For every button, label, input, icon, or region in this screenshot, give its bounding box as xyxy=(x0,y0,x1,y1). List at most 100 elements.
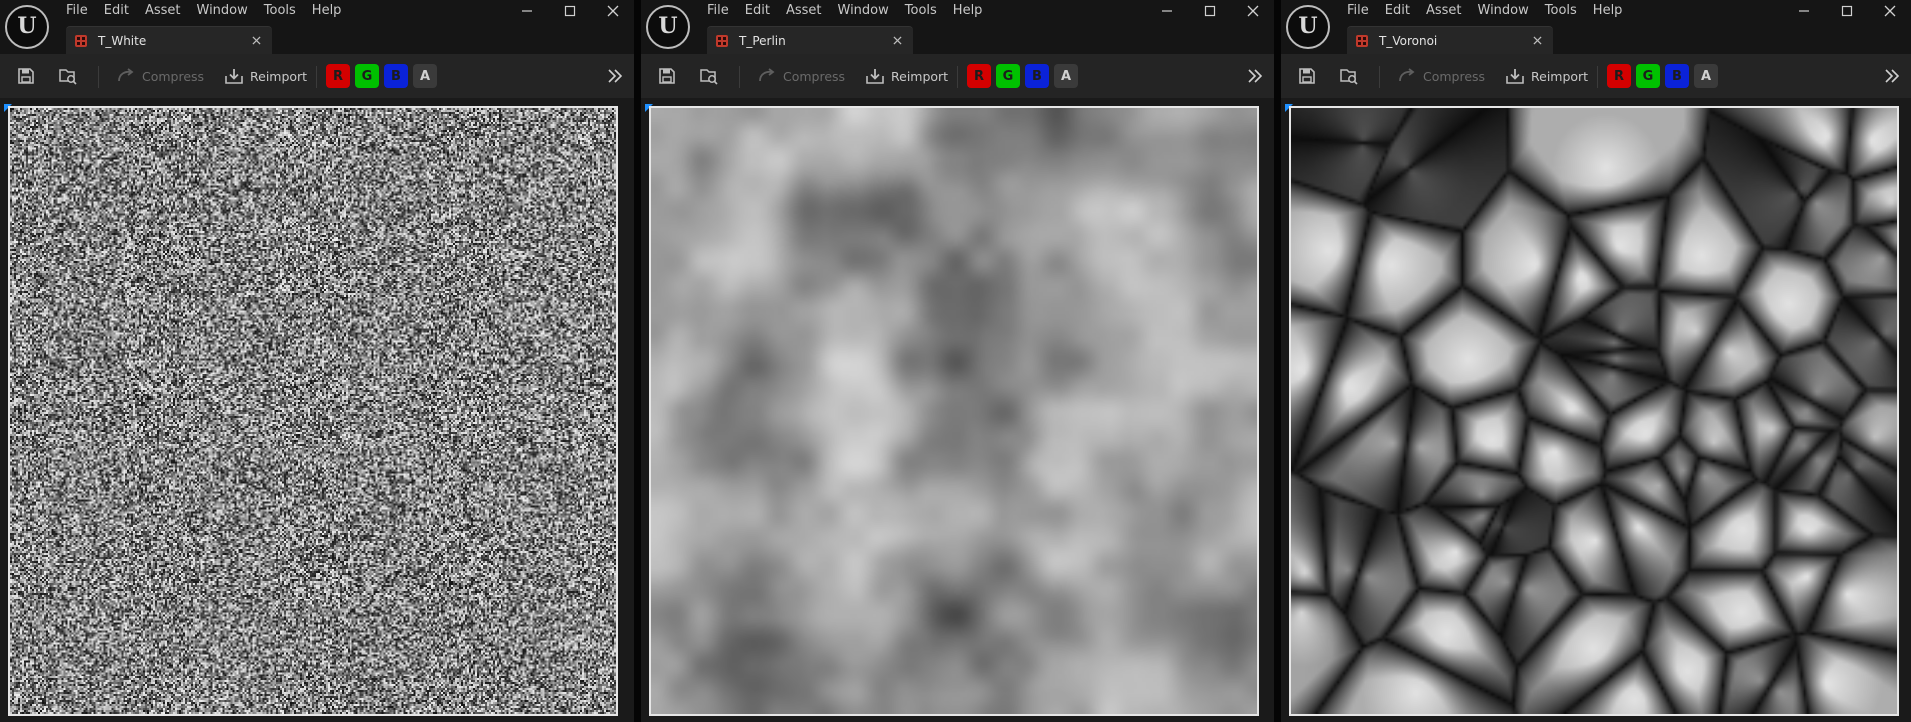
menu-asset[interactable]: Asset xyxy=(137,2,189,20)
channel-r-toggle[interactable]: R xyxy=(1607,64,1631,88)
minimize-button[interactable] xyxy=(1782,0,1825,22)
close-icon xyxy=(607,5,618,17)
unreal-logo-icon[interactable]: U xyxy=(646,5,690,49)
menu-edit[interactable]: Edit xyxy=(737,2,778,20)
compress-button[interactable]: Compress xyxy=(1391,60,1491,92)
toolbar: Compress Reimport R G B A xyxy=(0,54,634,98)
window-controls xyxy=(505,0,634,22)
menu-file[interactable]: File xyxy=(703,2,737,20)
asset-tab[interactable]: T_Perlin xyxy=(707,26,913,54)
close-icon xyxy=(1532,36,1542,45)
title-bar: U File Edit Asset Window Tools Help T_Pe… xyxy=(641,0,1274,54)
toolbar-overflow-button[interactable] xyxy=(604,66,626,86)
channel-g-toggle[interactable]: G xyxy=(355,64,379,88)
menu-help[interactable]: Help xyxy=(304,2,350,20)
reimport-button[interactable]: Reimport xyxy=(859,60,954,92)
save-button[interactable] xyxy=(10,60,42,92)
compress-button[interactable]: Compress xyxy=(751,60,851,92)
chevron-double-right-icon xyxy=(1885,69,1900,83)
toolbar: Compress Reimport R G B A xyxy=(641,54,1274,98)
texture-viewport[interactable] xyxy=(641,98,1274,722)
browse-button[interactable] xyxy=(1333,60,1365,92)
maximize-button[interactable] xyxy=(1188,0,1231,22)
asset-tab[interactable]: T_White xyxy=(66,26,272,54)
window-controls xyxy=(1782,0,1911,22)
compress-button[interactable]: Compress xyxy=(110,60,210,92)
menu-tools[interactable]: Tools xyxy=(1537,2,1585,20)
channel-a-toggle[interactable]: A xyxy=(1054,64,1078,88)
asset-tab[interactable]: T_Voronoi xyxy=(1347,26,1553,54)
browse-button[interactable] xyxy=(693,60,725,92)
menu-help[interactable]: Help xyxy=(945,2,991,20)
toolbar-overflow-button[interactable] xyxy=(1244,66,1266,86)
maximize-button[interactable] xyxy=(1825,0,1868,22)
tab-close-button[interactable] xyxy=(889,33,905,49)
texture-asset-icon xyxy=(75,34,87,47)
menu-file[interactable]: File xyxy=(1343,2,1377,20)
menu-tools[interactable]: Tools xyxy=(256,2,304,20)
tab-close-button[interactable] xyxy=(1529,33,1545,49)
unreal-logo-icon[interactable]: U xyxy=(5,5,49,49)
tab-close-button[interactable] xyxy=(248,33,264,49)
channel-g-toggle[interactable]: G xyxy=(1636,64,1660,88)
channel-b-toggle[interactable]: B xyxy=(384,64,408,88)
texture-editor-window-1: U File Edit Asset Window Tools Help T_Wh… xyxy=(0,0,634,722)
toolbar: Compress Reimport R G B A xyxy=(1281,54,1911,98)
menu-file[interactable]: File xyxy=(62,2,96,20)
save-button[interactable] xyxy=(651,60,683,92)
minimize-icon xyxy=(521,10,532,12)
menu-bar: File Edit Asset Window Tools Help xyxy=(1343,2,1630,20)
channel-b-toggle[interactable]: B xyxy=(1665,64,1689,88)
compress-icon xyxy=(1399,68,1415,82)
unreal-logo-icon[interactable]: U xyxy=(1286,5,1330,49)
save-button[interactable] xyxy=(1291,60,1323,92)
reimport-icon xyxy=(866,69,884,84)
window-controls xyxy=(1145,0,1274,22)
reimport-button[interactable]: Reimport xyxy=(1499,60,1594,92)
menu-edit[interactable]: Edit xyxy=(96,2,137,20)
compress-label: Compress xyxy=(1423,68,1486,84)
texture-asset-icon xyxy=(716,34,728,47)
channel-r-toggle[interactable]: R xyxy=(326,64,350,88)
browse-button[interactable] xyxy=(52,60,84,92)
menu-window[interactable]: Window xyxy=(830,2,897,20)
browse-icon xyxy=(59,69,77,85)
channel-a-toggle[interactable]: A xyxy=(413,64,437,88)
texture-viewport[interactable] xyxy=(1281,98,1911,722)
menu-tools[interactable]: Tools xyxy=(897,2,945,20)
reimport-button[interactable]: Reimport xyxy=(218,60,313,92)
texture-viewport[interactable] xyxy=(0,98,634,722)
save-icon xyxy=(18,68,34,84)
menu-help[interactable]: Help xyxy=(1585,2,1631,20)
window-close-button[interactable] xyxy=(591,0,634,22)
maximize-button[interactable] xyxy=(548,0,591,22)
toolbar-separator xyxy=(957,66,958,88)
texture-asset-icon xyxy=(1356,34,1368,47)
channel-r-toggle[interactable]: R xyxy=(967,64,991,88)
menu-bar: File Edit Asset Window Tools Help xyxy=(703,2,990,20)
menu-window[interactable]: Window xyxy=(1470,2,1537,20)
save-icon xyxy=(1299,68,1315,84)
minimize-button[interactable] xyxy=(1145,0,1188,22)
save-icon xyxy=(659,68,675,84)
compress-icon xyxy=(759,68,775,82)
channel-b-toggle[interactable]: B xyxy=(1025,64,1049,88)
toolbar-separator xyxy=(1379,66,1380,88)
texture-preview-voronoi-noise xyxy=(1289,106,1899,716)
close-icon xyxy=(1247,5,1258,17)
channel-g-toggle[interactable]: G xyxy=(996,64,1020,88)
menu-asset[interactable]: Asset xyxy=(1418,2,1470,20)
channel-a-toggle[interactable]: A xyxy=(1694,64,1718,88)
menu-asset[interactable]: Asset xyxy=(778,2,830,20)
close-icon xyxy=(892,36,902,45)
window-close-button[interactable] xyxy=(1231,0,1274,22)
menu-window[interactable]: Window xyxy=(189,2,256,20)
texture-preview-white-noise xyxy=(8,106,618,716)
toolbar-overflow-button[interactable] xyxy=(1881,66,1903,86)
reimport-label: Reimport xyxy=(891,68,949,84)
menu-edit[interactable]: Edit xyxy=(1377,2,1418,20)
tab-title: T_Perlin xyxy=(739,33,786,48)
texture-preview-perlin-noise xyxy=(649,106,1259,716)
window-close-button[interactable] xyxy=(1868,0,1911,22)
minimize-button[interactable] xyxy=(505,0,548,22)
